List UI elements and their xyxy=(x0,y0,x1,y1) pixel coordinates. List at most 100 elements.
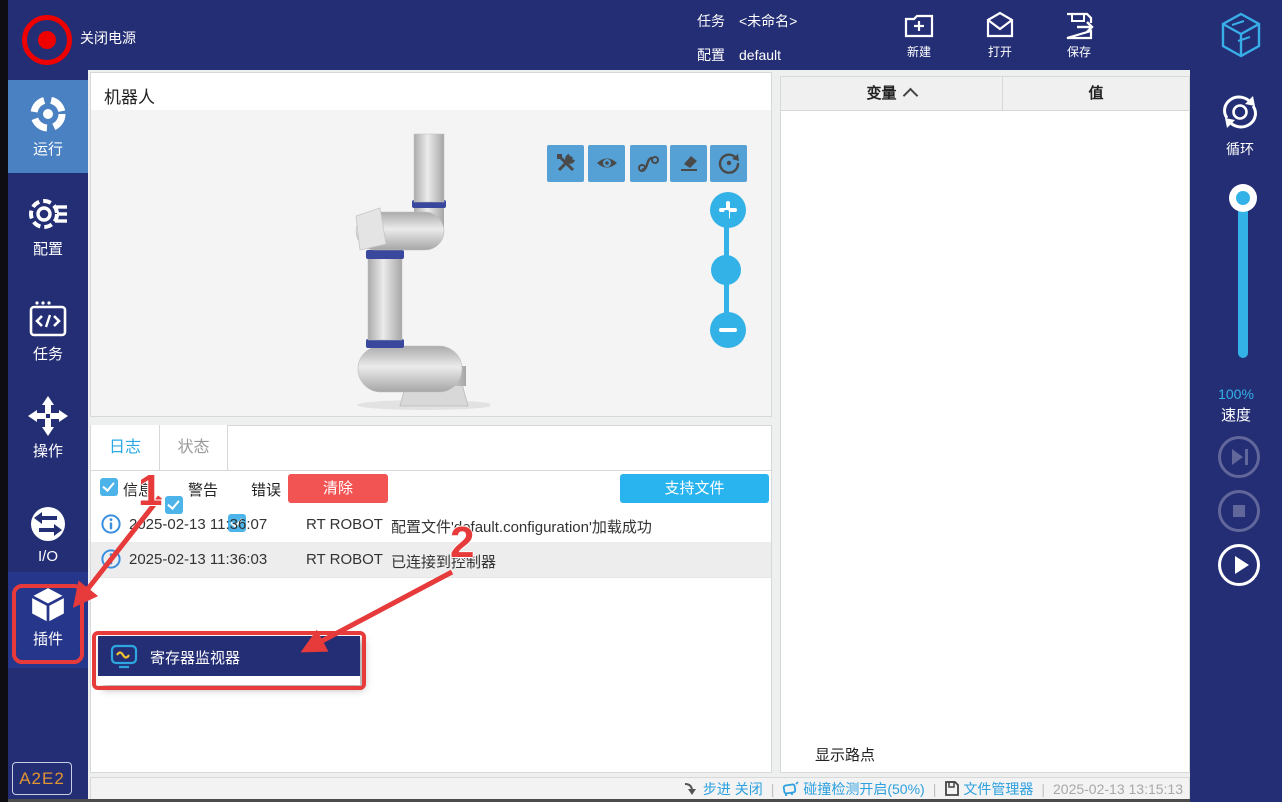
power-button[interactable] xyxy=(22,15,72,65)
gear-icon xyxy=(29,199,67,229)
info-icon xyxy=(101,549,121,569)
new-task-label: 新建 xyxy=(906,45,931,59)
sidebar-item-operate[interactable]: 操作 xyxy=(8,382,88,476)
column-header-value[interactable]: 值 xyxy=(1002,76,1190,111)
sidebar-item-label: 运行 xyxy=(32,141,63,158)
sidebar-item-run[interactable]: 运行 xyxy=(8,80,88,173)
sort-ascending-icon xyxy=(902,87,918,104)
play-button[interactable] xyxy=(1218,544,1260,586)
brand-logo-icon xyxy=(1218,11,1264,64)
task-label: 任务 xyxy=(697,13,725,29)
new-file-icon xyxy=(904,14,934,38)
clear-log-button[interactable]: 清除 xyxy=(288,474,388,503)
power-icon xyxy=(38,31,56,49)
task-value: <未命名> xyxy=(739,13,798,29)
status-bar: 步进 关闭 | 碰撞检测开启(50%) | 文件管理器 | 2025-02-13… xyxy=(90,777,1190,800)
status-datetime: 2025-02-13 13:15:13 xyxy=(1053,780,1183,797)
log-message: 配置文件'default.configuration'加载成功 xyxy=(391,519,652,536)
tab-underline xyxy=(91,470,771,471)
waypoint-path-icon xyxy=(637,156,659,172)
save-task-label: 保存 xyxy=(1066,45,1091,59)
log-entry: 2025-02-13 11:36:07 RT ROBOT 配置文件'defaul… xyxy=(91,507,771,542)
speed-slider-track[interactable] xyxy=(1238,198,1248,358)
sidebar-item-config[interactable]: 配置 xyxy=(8,180,88,274)
left-edge xyxy=(0,0,8,802)
save-icon xyxy=(1066,12,1094,40)
config-row: 配置 default xyxy=(697,45,781,65)
run-icon xyxy=(30,96,66,132)
robot-arm-model xyxy=(355,133,490,410)
version-badge[interactable]: A2E2 xyxy=(12,762,72,795)
play-icon xyxy=(1235,556,1249,574)
power-button-label: 关闭电源 xyxy=(80,30,136,46)
viewport-tools-button[interactable] xyxy=(547,145,584,182)
code-window-icon xyxy=(29,301,67,337)
robot-panel-title: 机器人 xyxy=(104,88,155,107)
log-source: RT ROBOT xyxy=(306,551,383,568)
viewport-erase-button[interactable] xyxy=(670,145,707,182)
step-button[interactable] xyxy=(1218,436,1260,478)
log-entry: 2025-02-13 11:36:03 RT ROBOT 已连接到控制器 xyxy=(91,542,771,577)
top-bar: 关闭电源 任务 <未命名> 配置 default 新建 打开 保存 xyxy=(0,0,1282,70)
filter-info-checkbox[interactable] xyxy=(100,478,118,496)
log-time: 2025-02-13 11:36:03 xyxy=(129,551,268,568)
config-value: default xyxy=(739,47,782,63)
show-waypoints-label: 显示路点 xyxy=(815,747,876,764)
sidebar-item-label: 任务 xyxy=(32,346,63,363)
tools-icon xyxy=(556,154,575,172)
speed-value: 100% xyxy=(1218,386,1254,402)
variables-panel xyxy=(780,76,1190,773)
file-manager-icon xyxy=(945,781,960,796)
column-header-variable[interactable]: 变量 xyxy=(780,76,1002,111)
sidebar-item-task[interactable]: 任务 xyxy=(8,285,88,379)
sidebar-item-label: 配置 xyxy=(32,241,63,258)
support-files-button[interactable]: 支持文件 xyxy=(620,474,769,503)
sidebar-item-label: 操作 xyxy=(32,443,63,460)
eye-icon xyxy=(596,158,617,168)
step-mode-icon xyxy=(684,782,696,795)
task-row: 任务 <未命名> xyxy=(697,11,797,31)
tab-log[interactable]: 日志 xyxy=(91,425,160,471)
speed-label: 速度 xyxy=(1220,407,1251,424)
new-task-button[interactable]: 新建 xyxy=(887,8,951,64)
zoom-slider-knob[interactable] xyxy=(711,255,741,285)
speed-slider-knob[interactable] xyxy=(1229,184,1257,212)
loop-button[interactable]: 循环 xyxy=(1212,90,1268,157)
stop-icon xyxy=(1233,505,1245,517)
info-icon xyxy=(101,514,121,534)
register-monitor-icon xyxy=(110,644,138,669)
collision-detection-toggle[interactable]: 碰撞检测开启(50%) xyxy=(782,779,925,799)
loop-icon xyxy=(1223,95,1257,129)
loop-label: 循环 xyxy=(1226,141,1254,157)
app-window: 关闭电源 任务 <未命名> 配置 default 新建 打开 保存 运行 配置 … xyxy=(0,0,1282,802)
plugin-cube-icon xyxy=(31,588,65,622)
file-manager-button[interactable]: 文件管理器 xyxy=(944,779,1033,799)
stop-button[interactable] xyxy=(1218,490,1260,532)
open-task-button[interactable]: 打开 xyxy=(968,8,1032,64)
rotate-view-icon xyxy=(718,153,739,174)
sidebar-item-label: 插件 xyxy=(32,631,63,648)
move-arrows-icon xyxy=(28,396,68,436)
zoom-out-button[interactable] xyxy=(710,312,746,348)
save-task-button[interactable]: 保存 xyxy=(1047,8,1111,64)
viewport-path-button[interactable] xyxy=(630,145,667,182)
log-source: RT ROBOT xyxy=(306,516,383,533)
step-mode-toggle[interactable]: 步进 关闭 xyxy=(683,779,763,799)
io-arrows-icon xyxy=(31,507,65,541)
step-forward-icon xyxy=(1232,449,1243,465)
viewport-reset-view-button[interactable] xyxy=(710,145,747,182)
viewport-visibility-button[interactable] xyxy=(588,145,625,182)
sidebar-item-plugin[interactable]: 插件 xyxy=(8,572,88,668)
filter-warning-label: 警告 xyxy=(188,482,219,499)
plugin-popup-menu: 寄存器监视器 xyxy=(98,636,360,685)
sidebar-item-label: I/O xyxy=(37,548,58,565)
config-label: 配置 xyxy=(697,47,725,63)
collision-detection-icon xyxy=(783,781,799,796)
tab-status[interactable]: 状态 xyxy=(160,425,228,471)
filter-error-label: 错误 xyxy=(251,482,282,499)
open-task-label: 打开 xyxy=(987,45,1012,59)
menu-item-register-monitor[interactable]: 寄存器监视器 xyxy=(98,636,360,676)
log-message: 已连接到控制器 xyxy=(391,554,497,571)
log-time: 2025-02-13 11:36:07 xyxy=(129,516,268,533)
sidebar-item-io[interactable]: I/O xyxy=(8,490,88,575)
